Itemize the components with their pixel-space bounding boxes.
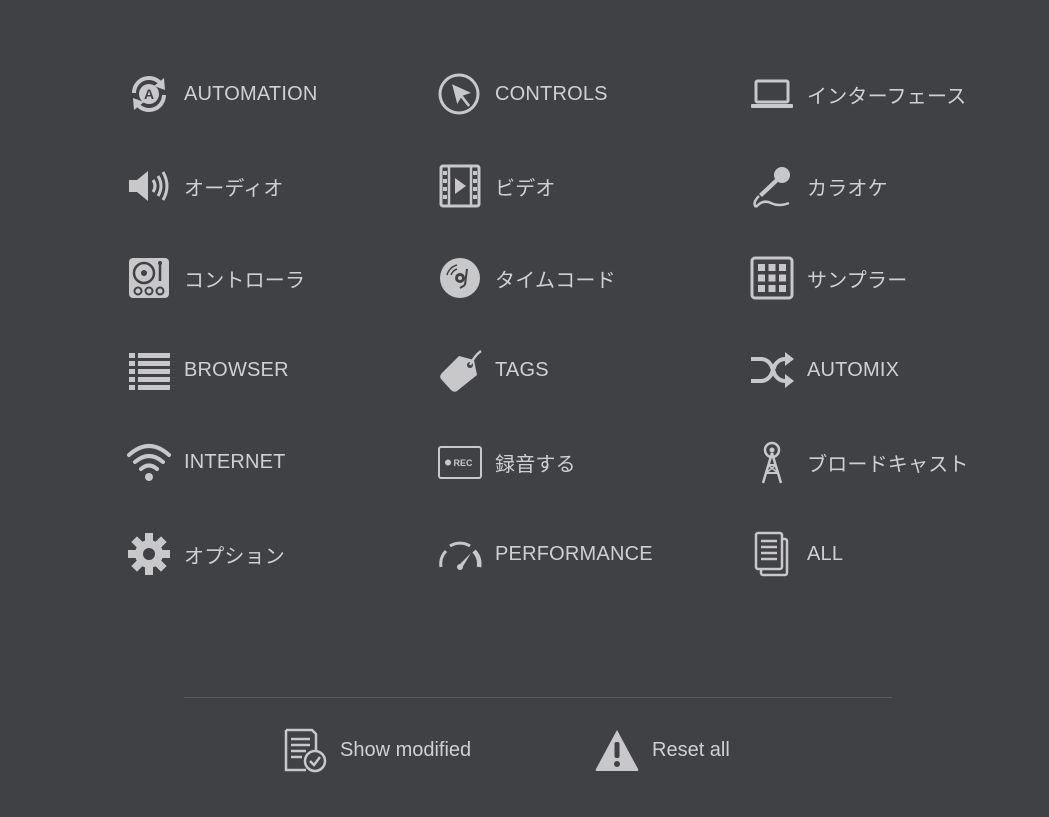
category-label: TAGS (495, 358, 549, 381)
category-performance[interactable]: PERFORMANCE (437, 529, 653, 579)
documents-icon (749, 531, 795, 577)
reset-all-button[interactable]: Reset all (594, 727, 730, 773)
category-label: INTERNET (184, 450, 286, 473)
category-sampler[interactable]: サンプラー (749, 253, 907, 303)
show-modified-label: Show modified (340, 738, 472, 761)
warning-icon (594, 727, 640, 773)
category-label: AUTOMATION (184, 82, 318, 105)
category-interface[interactable]: インターフェース (749, 69, 966, 119)
category-controller[interactable]: コントローラ (126, 253, 305, 303)
vinyl-icon (437, 255, 483, 301)
category-tags[interactable]: TAGS (437, 345, 549, 395)
category-options[interactable]: オプション (126, 529, 285, 579)
category-label: サンプラー (807, 269, 908, 292)
category-automix[interactable]: AUTOMIX (749, 345, 899, 395)
category-timecode[interactable]: タイムコード (437, 253, 616, 303)
category-label: オプション (184, 545, 285, 568)
gauge-icon (437, 531, 483, 577)
divider (184, 697, 892, 698)
category-all[interactable]: ALL (749, 529, 843, 579)
category-label: コントローラ (184, 269, 306, 292)
tag-icon (437, 347, 483, 393)
category-label: オーディオ (184, 177, 284, 200)
antenna-icon (749, 439, 795, 485)
category-label: AUTOMIX (807, 358, 900, 381)
category-label: BROWSER (184, 358, 289, 381)
category-record[interactable]: REC 録音する (437, 437, 576, 487)
shuffle-icon (749, 347, 795, 393)
category-karaoke[interactable]: カラオケ (749, 161, 888, 211)
category-label: ビデオ (495, 177, 556, 200)
category-automation[interactable]: A AUTOMATION (126, 69, 317, 119)
gear-icon (126, 531, 172, 577)
reset-all-label: Reset all (652, 738, 730, 761)
category-audio[interactable]: オーディオ (126, 161, 284, 211)
list-icon (126, 347, 172, 393)
svg-text:A: A (144, 86, 154, 102)
category-browser[interactable]: BROWSER (126, 345, 289, 395)
category-internet[interactable]: INTERNET (126, 437, 286, 487)
automation-icon: A (126, 71, 172, 117)
category-label: インターフェース (807, 85, 967, 108)
category-broadcast[interactable]: ブロードキャスト (749, 437, 969, 487)
category-label: PERFORMANCE (495, 542, 653, 565)
turntable-icon (126, 255, 172, 301)
microphone-icon (749, 163, 795, 209)
film-icon (437, 163, 483, 209)
category-video[interactable]: ビデオ (437, 161, 556, 211)
category-label: ALL (807, 542, 844, 565)
pad-grid-icon (749, 255, 795, 301)
category-label: タイムコード (495, 269, 616, 292)
document-check-icon (282, 727, 328, 773)
show-modified-button[interactable]: Show modified (282, 727, 471, 773)
svg-text:REC: REC (453, 458, 473, 468)
category-controls[interactable]: CONTROLS (437, 69, 608, 119)
cursor-icon (437, 71, 483, 117)
rec-icon: REC (437, 439, 483, 485)
category-label: 録音する (495, 453, 576, 476)
speaker-icon (126, 163, 172, 209)
category-label: CONTROLS (495, 82, 608, 105)
category-label: カラオケ (807, 177, 888, 200)
laptop-icon (749, 71, 795, 117)
category-label: ブロードキャスト (807, 453, 969, 476)
wifi-icon (126, 439, 172, 485)
